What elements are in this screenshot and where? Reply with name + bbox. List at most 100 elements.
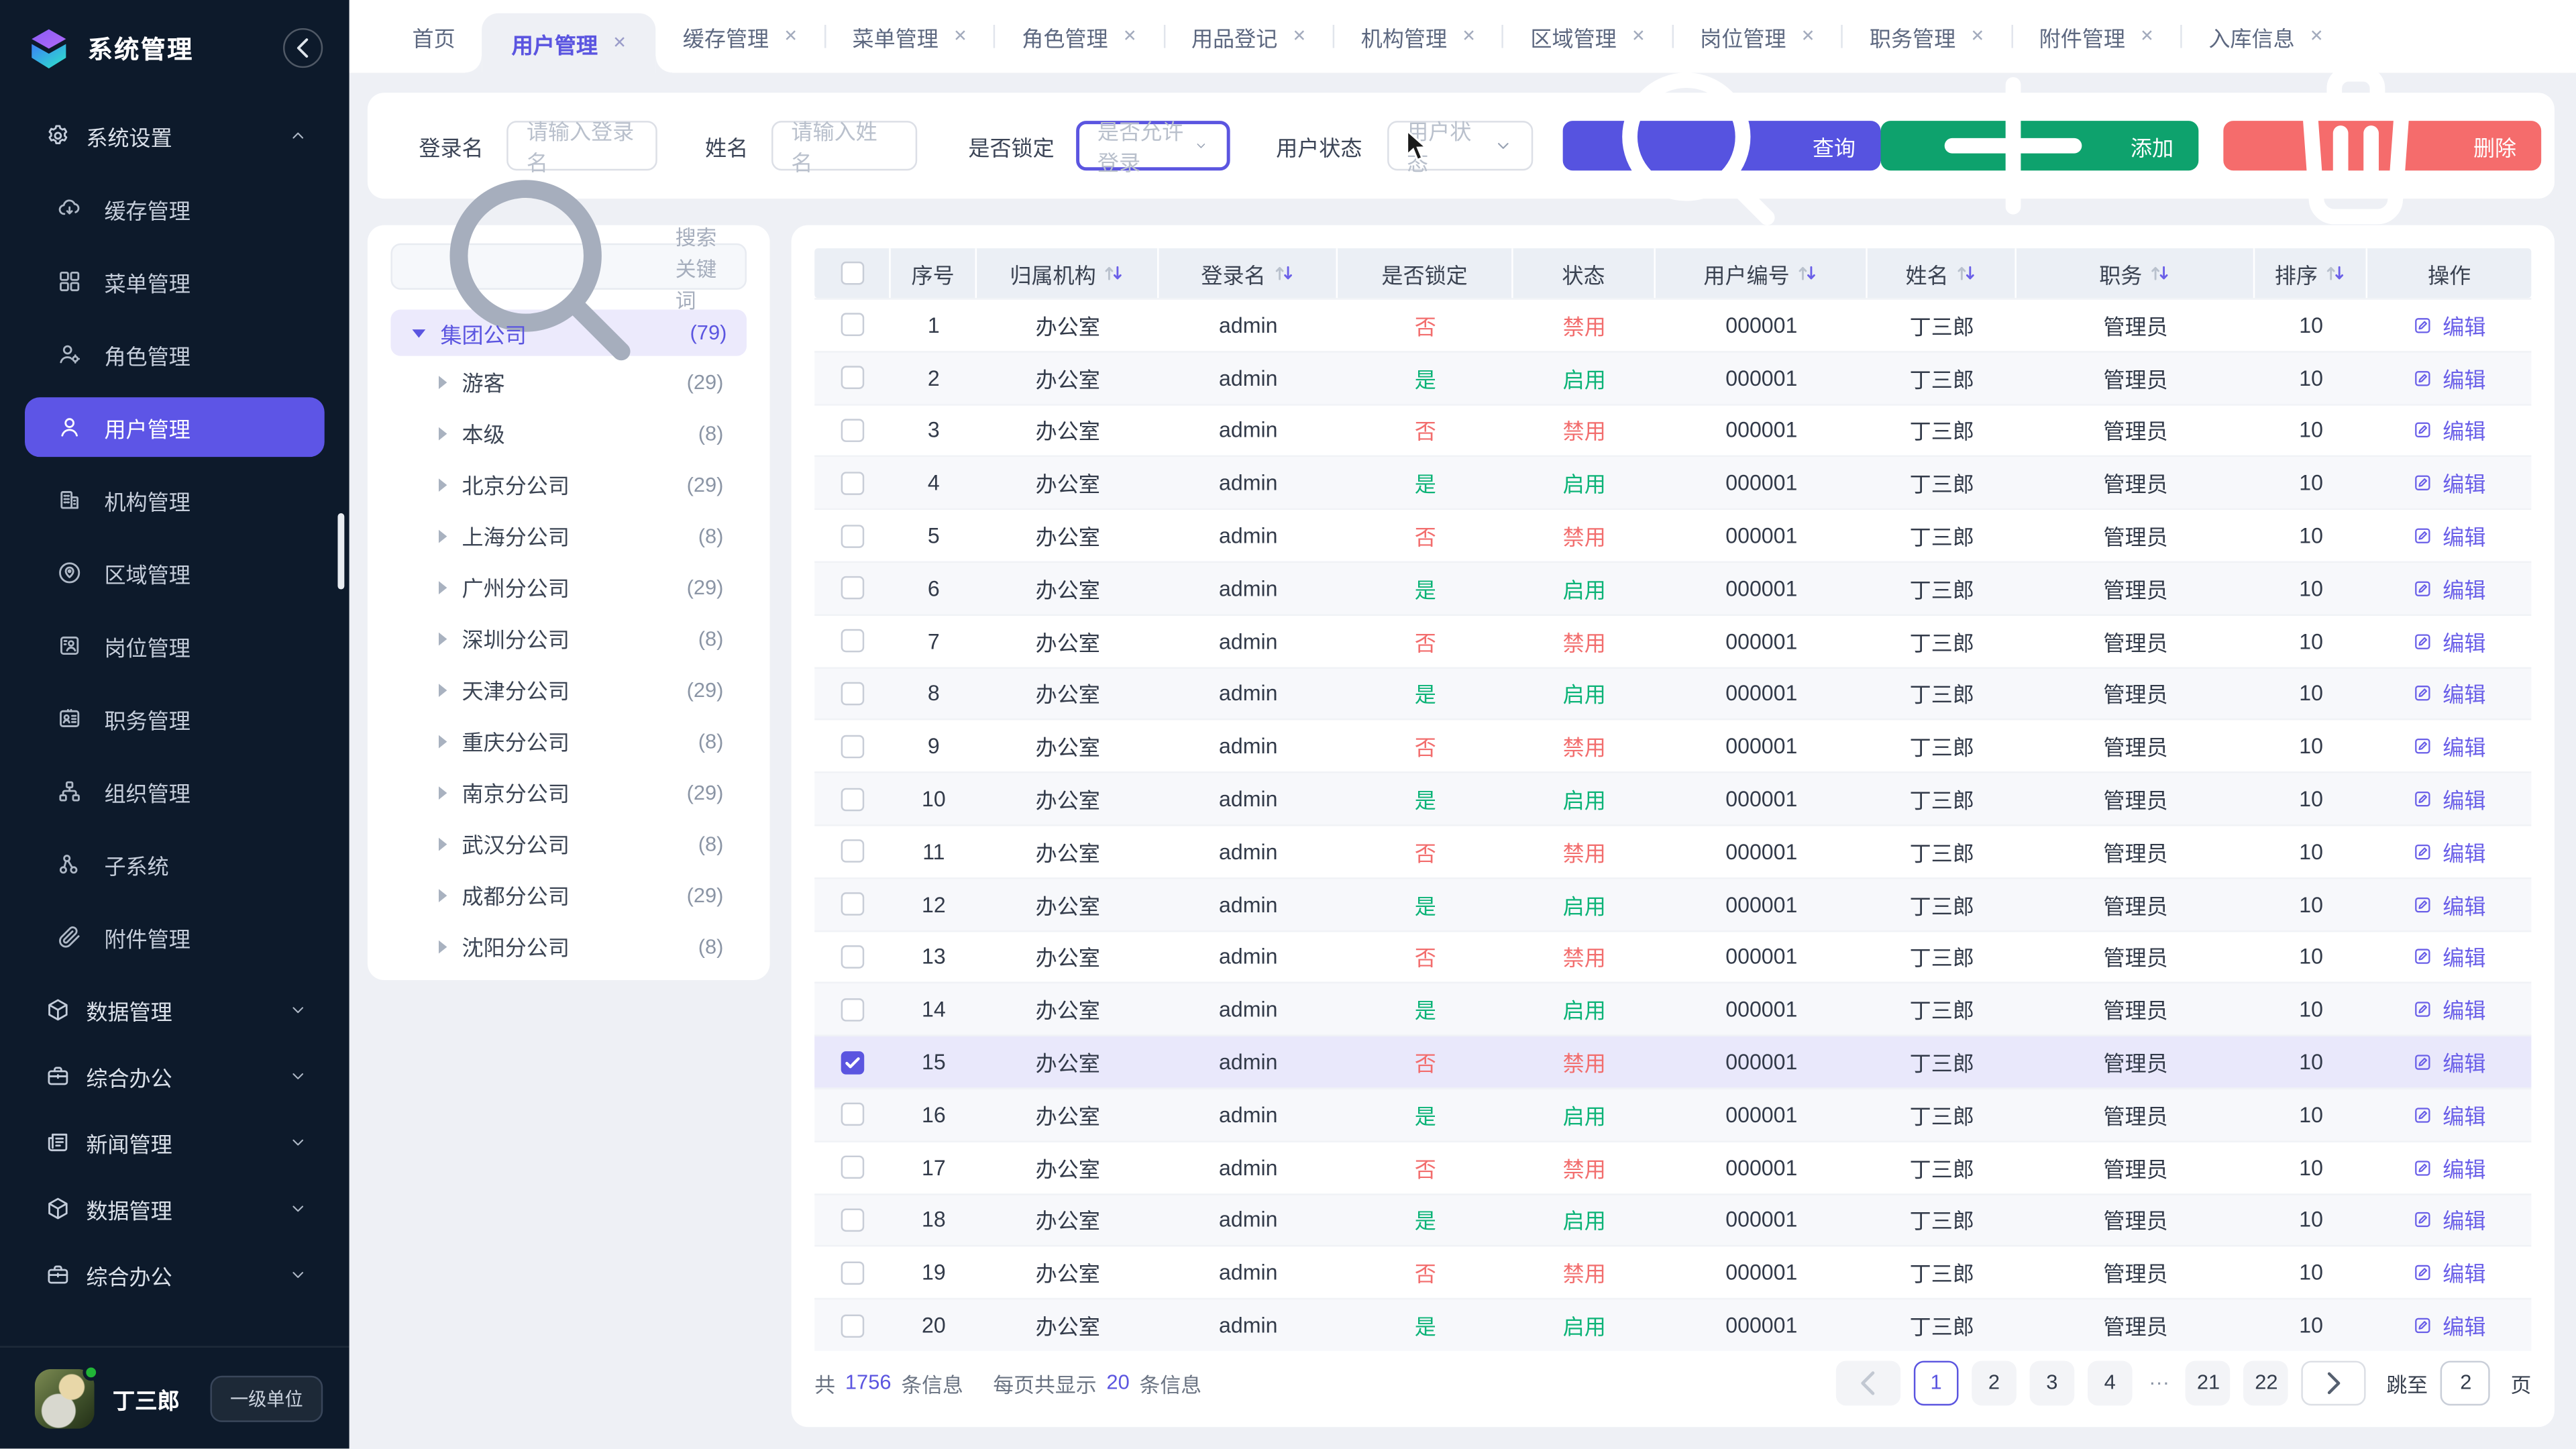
tab-机构管理[interactable]: 机构管理✕	[1334, 0, 1502, 73]
edit-button[interactable]: 编辑	[2413, 1099, 2486, 1130]
table-row[interactable]: 2办公室admin是启用000001丁三郎管理员10编辑	[814, 351, 2531, 403]
row-checkbox[interactable]	[841, 629, 865, 653]
table-row[interactable]: 20办公室admin是启用000001丁三郎管理员10编辑	[814, 1298, 2531, 1350]
row-checkbox[interactable]	[841, 1156, 865, 1179]
row-checkbox[interactable]	[841, 524, 865, 547]
locked-select[interactable]: 是否允许登录	[1076, 121, 1230, 170]
edit-button[interactable]: 编辑	[2413, 415, 2486, 446]
sort-icon[interactable]	[1273, 263, 1294, 283]
sort-icon[interactable]	[2324, 263, 2346, 283]
sidebar-item-角色管理[interactable]: 角色管理	[25, 325, 325, 384]
sidebar-item-职务管理[interactable]: 职务管理	[25, 689, 325, 749]
sort-icon[interactable]	[1103, 263, 1124, 283]
caret-down-icon[interactable]	[412, 329, 425, 337]
tab-close-icon[interactable]: ✕	[2140, 28, 2154, 46]
row-checkbox[interactable]	[841, 1051, 865, 1074]
sidebar-group-数据管理[interactable]: 数据管理	[25, 1179, 325, 1238]
sidebar-item-菜单管理[interactable]: 菜单管理	[25, 252, 325, 311]
tab-close-icon[interactable]: ✕	[784, 28, 798, 46]
sidebar-item-组织管理[interactable]: 组织管理	[25, 761, 325, 821]
status-select[interactable]: 用户状态	[1387, 121, 1532, 170]
sidebar-item-岗位管理[interactable]: 岗位管理	[25, 616, 325, 676]
table-row[interactable]: 18办公室admin是启用000001丁三郎管理员10编辑	[814, 1193, 2531, 1245]
tab-close-icon[interactable]: ✕	[1293, 28, 1307, 46]
edit-button[interactable]: 编辑	[2413, 1309, 2486, 1341]
next-page-button[interactable]	[2302, 1360, 2366, 1405]
row-checkbox[interactable]	[841, 893, 865, 916]
user-unit-badge[interactable]: 一级单位	[210, 1375, 323, 1421]
row-checkbox[interactable]	[841, 366, 865, 390]
row-checkbox[interactable]	[841, 1103, 865, 1126]
table-row[interactable]: 11办公室admin否禁用000001丁三郎管理员10编辑	[814, 824, 2531, 877]
table-row[interactable]: 17办公室admin否禁用000001丁三郎管理员10编辑	[814, 1140, 2531, 1193]
edit-button[interactable]: 编辑	[2413, 888, 2486, 920]
edit-button[interactable]: 编辑	[2413, 1204, 2486, 1236]
row-checkbox[interactable]	[841, 419, 865, 442]
row-checkbox[interactable]	[841, 472, 865, 495]
prev-page-button[interactable]	[1836, 1360, 1900, 1405]
column-header-姓名[interactable]: 姓名	[1868, 248, 2017, 298]
table-row[interactable]: 5办公室admin否禁用000001丁三郎管理员10编辑	[814, 508, 2531, 561]
column-header-排序[interactable]: 排序	[2255, 248, 2367, 298]
row-checkbox[interactable]	[841, 735, 865, 758]
table-row[interactable]: 13办公室admin否禁用000001丁三郎管理员10编辑	[814, 930, 2531, 982]
jump-page-input[interactable]: 2	[2441, 1360, 2491, 1405]
sort-icon[interactable]	[1796, 263, 1818, 283]
tab-close-icon[interactable]: ✕	[1462, 28, 1476, 46]
tab-角色管理[interactable]: 角色管理✕	[996, 0, 1163, 73]
caret-right-icon[interactable]	[439, 631, 447, 645]
page-button-21[interactable]: 21	[2186, 1360, 2231, 1405]
sidebar-scrollbar[interactable]	[337, 513, 344, 590]
sidebar-collapse-button[interactable]	[283, 28, 323, 68]
search-button[interactable]: 查询	[1562, 121, 1880, 170]
column-header-归属机构[interactable]: 归属机构	[977, 248, 1159, 298]
tree-node-北京分公司[interactable]: 北京分公司(29)	[390, 459, 747, 511]
sidebar-group-数据管理[interactable]: 数据管理	[25, 980, 325, 1040]
tab-close-icon[interactable]: ✕	[1123, 28, 1137, 46]
page-button-1[interactable]: 1	[1914, 1360, 1959, 1405]
table-row[interactable]: 14办公室admin是启用000001丁三郎管理员10编辑	[814, 982, 2531, 1034]
page-button-2[interactable]: 2	[1972, 1360, 2017, 1405]
delete-button[interactable]: 删除	[2223, 121, 2541, 170]
tab-用户管理[interactable]: 用户管理✕	[482, 13, 656, 73]
row-checkbox[interactable]	[841, 1208, 865, 1232]
edit-button[interactable]: 编辑	[2413, 468, 2486, 499]
table-row[interactable]: 15办公室admin否禁用000001丁三郎管理员10编辑	[814, 1035, 2531, 1087]
table-row[interactable]: 9办公室admin否禁用000001丁三郎管理员10编辑	[814, 719, 2531, 771]
tree-node-成都分公司[interactable]: 成都分公司(29)	[390, 869, 747, 921]
sidebar-item-缓存管理[interactable]: 缓存管理	[25, 179, 325, 239]
caret-right-icon[interactable]	[439, 786, 447, 799]
sidebar-group-综合办公[interactable]: 综合办公	[25, 1046, 325, 1106]
edit-button[interactable]: 编辑	[2413, 520, 2486, 551]
page-button-4[interactable]: 4	[2088, 1360, 2133, 1405]
row-checkbox[interactable]	[841, 682, 865, 706]
caret-right-icon[interactable]	[439, 426, 447, 439]
tree-node-上海分公司[interactable]: 上海分公司(8)	[390, 510, 747, 561]
edit-button[interactable]: 编辑	[2413, 941, 2486, 973]
tree-node-本级[interactable]: 本级(8)	[390, 407, 747, 459]
edit-button[interactable]: 编辑	[2413, 731, 2486, 762]
caret-right-icon[interactable]	[439, 837, 447, 851]
sidebar-user[interactable]: 丁三郎 一级单位	[0, 1346, 350, 1448]
table-row[interactable]: 10办公室admin是启用000001丁三郎管理员10编辑	[814, 771, 2531, 824]
caret-right-icon[interactable]	[439, 529, 447, 542]
tab-close-icon[interactable]: ✕	[1801, 28, 1815, 46]
edit-button[interactable]: 编辑	[2413, 625, 2486, 657]
edit-button[interactable]: 编辑	[2413, 836, 2486, 867]
edit-button[interactable]: 编辑	[2413, 1046, 2486, 1078]
sidebar-item-机构管理[interactable]: 机构管理	[25, 470, 325, 530]
caret-right-icon[interactable]	[439, 580, 447, 594]
edit-button[interactable]: 编辑	[2413, 678, 2486, 710]
row-checkbox[interactable]	[841, 577, 865, 600]
caret-right-icon[interactable]	[439, 375, 447, 388]
caret-right-icon[interactable]	[439, 735, 447, 748]
sidebar-item-子系统[interactable]: 子系统	[25, 835, 325, 894]
tree-node-南京分公司[interactable]: 南京分公司(29)	[390, 767, 747, 818]
page-button-22[interactable]: 22	[2244, 1360, 2289, 1405]
add-button[interactable]: 添加	[1880, 121, 2198, 170]
tree-node-重庆分公司[interactable]: 重庆分公司(8)	[390, 715, 747, 767]
column-header-登录名[interactable]: 登录名	[1159, 248, 1338, 298]
caret-right-icon[interactable]	[439, 683, 447, 696]
row-checkbox[interactable]	[841, 945, 865, 969]
tree-node-沈阳分公司[interactable]: 沈阳分公司(8)	[390, 920, 747, 972]
